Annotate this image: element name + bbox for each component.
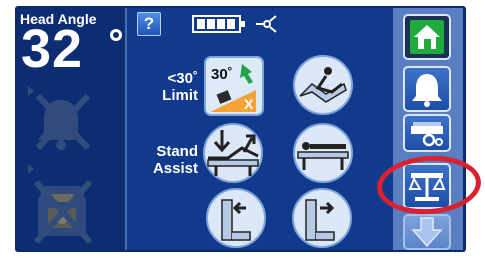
stand-assist-label: Stand Assist (140, 143, 198, 177)
left-exit-button[interactable] (206, 186, 266, 248)
bed-settings-button[interactable] (403, 114, 451, 152)
angle-limit-button[interactable]: 30˚ X (204, 56, 264, 116)
stand-assist-line2: Assist (152, 160, 198, 177)
recline-position-button[interactable] (292, 54, 353, 115)
arrow-down-icon (411, 217, 443, 248)
battery-icon (192, 15, 245, 33)
limit-label-line2: Limit (162, 87, 198, 104)
limit-label-line1: <30˚ (167, 70, 198, 87)
stand-assist-button[interactable] (202, 122, 263, 183)
limit-x-mark: X (244, 96, 254, 112)
stand-assist-line1: Stand (156, 143, 198, 160)
right-exit-button[interactable] (292, 186, 352, 248)
limit-label: <30˚ Limit (146, 70, 198, 104)
alarm-button[interactable] (403, 66, 451, 112)
bed-exit-alarm-off-icon (28, 164, 93, 245)
help-button[interactable]: ? (137, 12, 161, 36)
plug-icon (256, 15, 277, 33)
head-angle-value: 32 (21, 19, 84, 79)
alarm-off-icon (28, 86, 91, 151)
home-button[interactable] (403, 14, 451, 60)
scroll-down-button[interactable] (403, 214, 451, 250)
limit-angle-text: 30˚ (211, 66, 233, 83)
bell-icon (412, 74, 442, 107)
bed-control-screen: Head Angle 32 ? <30˚ Limit 30˚ X Stand A… (0, 0, 485, 258)
bed-settings-icon (411, 122, 443, 147)
degree-symbol (110, 29, 122, 41)
home-icon (410, 20, 444, 54)
flat-position-button[interactable] (292, 122, 353, 183)
